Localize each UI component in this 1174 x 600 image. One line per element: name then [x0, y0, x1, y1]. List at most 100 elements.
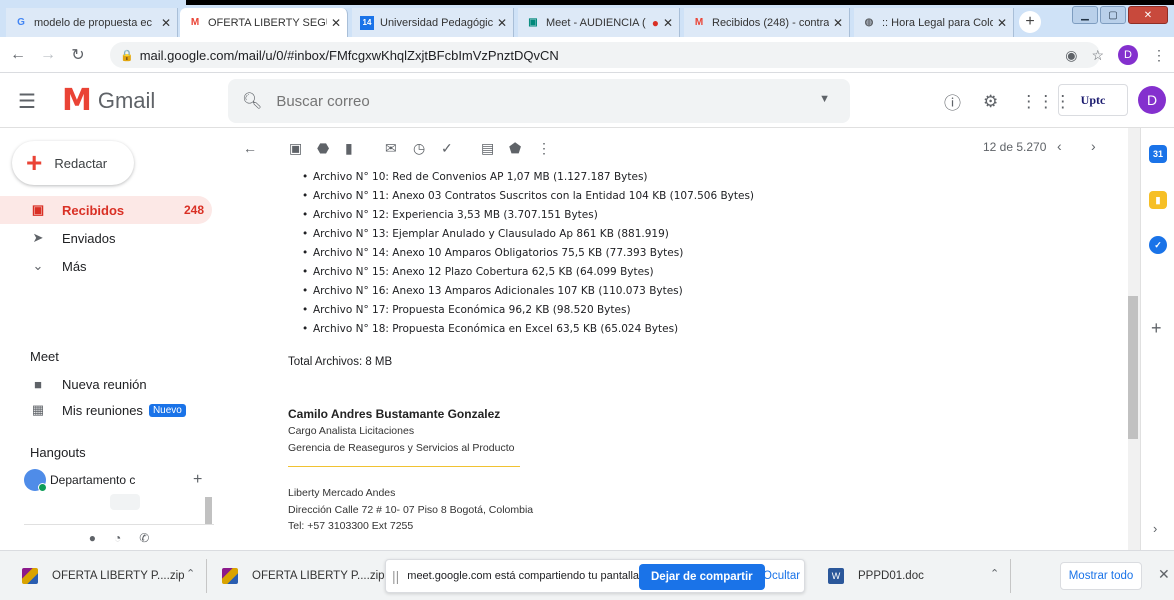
label-icon[interactable]: ⬟ [509, 140, 521, 157]
nav-item-label: Enviados [62, 230, 116, 246]
calendar-icon: ▦ [31, 402, 45, 417]
archive-file-icon [22, 568, 38, 584]
chevron-down-icon: ⌄ [32, 258, 44, 273]
download-item-3[interactable]: W PPPD01.doc [828, 564, 924, 588]
mark-unread-icon[interactable]: ✉ [385, 140, 397, 157]
main-menu-icon[interactable]: ☰ [18, 89, 36, 114]
list-item: Archivo N° 16: Anexo 13 Amparos Adiciona… [302, 282, 754, 301]
close-icon[interactable]: ✕ [997, 16, 1007, 30]
new-badge: Nuevo [148, 403, 186, 417]
chat-bubble-icon[interactable]: ◔ [114, 531, 121, 545]
archive-icon[interactable]: ▣ [289, 140, 302, 157]
browser-menu-icon[interactable]: ⋮ [1152, 47, 1166, 64]
browser-tab-6[interactable]: ◍ :: Hora Legal para Colom ✕ [854, 8, 1014, 37]
globe-icon: ◍ [864, 17, 874, 28]
downloads-bar: OFERTA LIBERTY P....zip ⌃ OFERTA LIBERTY… [0, 550, 1174, 600]
list-item: Archivo N° 15: Anexo 12 Plazo Cobertura … [302, 263, 754, 282]
cast-icon[interactable]: ◉ [1065, 47, 1077, 64]
list-item: Archivo N° 13: Ejemplar Anulado y Clausu… [302, 225, 754, 244]
lock-icon: 🔒 [120, 49, 134, 62]
download-item-2[interactable]: OFERTA LIBERTY P....zip [222, 564, 385, 588]
nav-item-inbox[interactable]: ▣ Recibidos 248 [0, 196, 212, 224]
stop-sharing-button[interactable]: Dejar de compartir [639, 564, 765, 590]
nav-item-more[interactable]: ⌄ Más [0, 252, 212, 280]
tab-title: Universidad Pedagógica [380, 16, 493, 29]
account-avatar[interactable]: D [1138, 86, 1166, 114]
chevron-up-icon[interactable]: ⌃ [990, 567, 999, 580]
meet-my-meetings[interactable]: ▦ Mis reuniones Nuevo [0, 396, 212, 424]
search-icon[interactable]: 🔍︎ [242, 91, 262, 111]
search-options-icon[interactable]: ▼ [819, 93, 830, 105]
hide-button[interactable]: Ocultar [763, 570, 800, 582]
phone-icon[interactable]: ✆ [139, 531, 149, 545]
gmail-m-icon: M [62, 83, 92, 118]
close-icon[interactable]: ✕ [1158, 566, 1170, 583]
newer-chevron-icon[interactable]: ‹ [1057, 138, 1062, 154]
browser-tab-2[interactable]: M OFERTA LIBERTY SEGUR ✕ [180, 8, 348, 37]
nav-item-sent[interactable]: ➤ Enviados [0, 224, 212, 252]
add-contact-icon[interactable]: + [193, 471, 202, 489]
compose-label: Redactar [54, 155, 108, 171]
browser-tab-3[interactable]: 14 Universidad Pedagógica ✕ [352, 8, 514, 37]
older-chevron-icon[interactable]: › [1091, 138, 1096, 154]
send-icon: ➤ [32, 230, 44, 245]
left-scrollbar-thumb[interactable] [205, 497, 212, 525]
tab-title: :: Hora Legal para Colom [882, 16, 993, 29]
add-to-tasks-icon[interactable]: ✓ [441, 140, 453, 157]
message-body: Archivo N° 10: Red de Convenios AP 1,07 … [225, 168, 1130, 550]
drag-handle-icon[interactable]: || [392, 568, 399, 584]
back-arrow-icon[interactable]: ← [6, 46, 30, 64]
hangouts-contact[interactable]: Departamento c [24, 469, 135, 492]
minimize-button[interactable]: ▁ [1072, 6, 1098, 24]
close-icon[interactable]: ✕ [497, 16, 507, 30]
close-icon[interactable]: ✕ [161, 16, 171, 30]
signature-name: Camilo Andres Bustamante Gonzalez [288, 407, 501, 421]
browser-profile-avatar[interactable]: D [1118, 45, 1138, 65]
meet-new-meeting[interactable]: ■ Nueva reunión [0, 370, 212, 398]
nav-item-label: Nueva reunión [62, 376, 147, 392]
help-icon[interactable]: ⓘ [944, 89, 961, 114]
report-spam-icon[interactable]: ⬣ [317, 140, 329, 157]
download-item-1[interactable]: OFERTA LIBERTY P....zip [22, 564, 185, 588]
url-text: mail.google.com/mail/u/0/#inbox/FMfcgxwK… [139, 47, 559, 63]
browser-tab-4[interactable]: ▣ Meet - AUDIENCIA ( ● ✕ [518, 8, 680, 37]
close-icon[interactable]: ✕ [331, 16, 341, 30]
settings-gear-icon[interactable]: ⚙ [983, 92, 998, 112]
list-item: Archivo N° 10: Red de Convenios AP 1,07 … [302, 168, 754, 187]
message-scrollbar-thumb[interactable] [1128, 296, 1138, 439]
reload-icon[interactable]: ↻ [66, 45, 90, 65]
organization-logo: Uptc [1058, 84, 1128, 116]
address-bar[interactable]: 🔒 mail.google.com/mail/u/0/#inbox/FMfcgx… [110, 42, 1100, 68]
tasks-addon-icon[interactable]: ✓ [1149, 236, 1167, 254]
close-icon[interactable]: ✕ [663, 16, 673, 30]
close-icon[interactable]: ✕ [833, 16, 843, 30]
list-item: Archivo N° 12: Experiencia 3,53 MB (3.70… [302, 206, 754, 225]
snooze-icon[interactable]: ◷ [413, 140, 425, 157]
unread-count: 248 [183, 203, 204, 217]
compose-button[interactable]: + Redactar [12, 141, 134, 185]
star-icon[interactable]: ☆ [1091, 47, 1104, 64]
new-tab-button[interactable]: + [1019, 11, 1041, 33]
pagination-text: 12 de 5.270 [983, 140, 1047, 154]
signature-phone: Tel: +57 3103300 Ext 7255 [288, 520, 414, 532]
keep-addon-icon[interactable]: ▮ [1149, 191, 1167, 209]
show-all-button[interactable]: Mostrar todo [1060, 562, 1142, 590]
delete-icon[interactable]: ▮ [345, 140, 353, 157]
forward-arrow-icon[interactable]: → [36, 46, 60, 64]
more-options-icon[interactable]: ⋮ [537, 140, 551, 157]
chevron-up-icon[interactable]: ⌃ [186, 567, 195, 580]
get-addons-plus-icon[interactable]: + [1151, 318, 1162, 339]
search-input[interactable] [276, 92, 817, 110]
browser-tab-5[interactable]: M Recibidos (248) - contrat ✕ [684, 8, 850, 37]
move-to-icon[interactable]: ▤ [481, 140, 494, 157]
message-toolbar: ← ▣ ⬣ ▮ ✉ ◷ ✓ ▤ ⬟ ⋮ 12 de 5.270 ‹ › [225, 128, 1130, 168]
gmail-logo[interactable]: M Gmail [62, 83, 155, 118]
person-icon[interactable]: ● [89, 531, 96, 545]
back-to-inbox-icon[interactable]: ← [243, 140, 257, 156]
window-close-button[interactable]: ✕ [1128, 6, 1168, 24]
calendar-addon-icon[interactable]: 31 [1149, 145, 1167, 163]
browser-tab-1[interactable]: G modelo de propuesta ec ✕ [6, 8, 178, 37]
attachment-list: Archivo N° 10: Red de Convenios AP 1,07 … [302, 168, 754, 339]
expand-panel-chevron-icon[interactable]: › [1153, 521, 1157, 536]
maximize-button[interactable]: ▢ [1100, 6, 1126, 24]
